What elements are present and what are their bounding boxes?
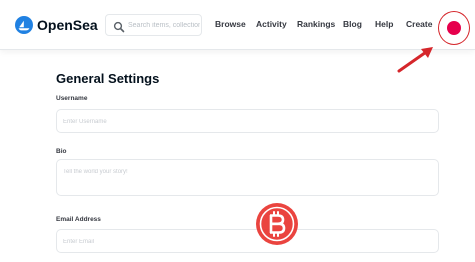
nav-blog[interactable]: Blog — [343, 17, 362, 31]
email-label: Email Address — [56, 216, 101, 223]
nav-create[interactable]: Create — [406, 17, 432, 31]
email-field-box[interactable] — [56, 229, 439, 253]
bio-field-box[interactable] — [56, 159, 439, 196]
bio-label: Bio — [56, 148, 67, 155]
username-field-box[interactable] — [56, 109, 439, 133]
nav-help[interactable]: Help — [375, 17, 393, 31]
nav-activity[interactable]: Activity — [256, 17, 287, 31]
search-icon — [113, 20, 125, 33]
avatar[interactable] — [447, 21, 461, 35]
bitcoin-watermark-icon — [256, 203, 298, 245]
nav-rankings[interactable]: Rankings — [297, 17, 335, 31]
brand-name[interactable]: OpenSea — [37, 16, 98, 34]
username-label: Username — [56, 95, 88, 102]
settings-form: General Settings Username Bio Email Addr… — [0, 51, 475, 262]
email-field[interactable] — [63, 237, 433, 247]
nav-browse[interactable]: Browse — [215, 17, 246, 31]
bio-field[interactable] — [63, 169, 433, 191]
search-input[interactable] — [128, 18, 200, 33]
opensea-logo-icon[interactable] — [15, 16, 33, 34]
search-bar[interactable] — [105, 14, 202, 36]
page-title: General Settings — [56, 71, 160, 86]
username-field[interactable] — [63, 117, 433, 127]
